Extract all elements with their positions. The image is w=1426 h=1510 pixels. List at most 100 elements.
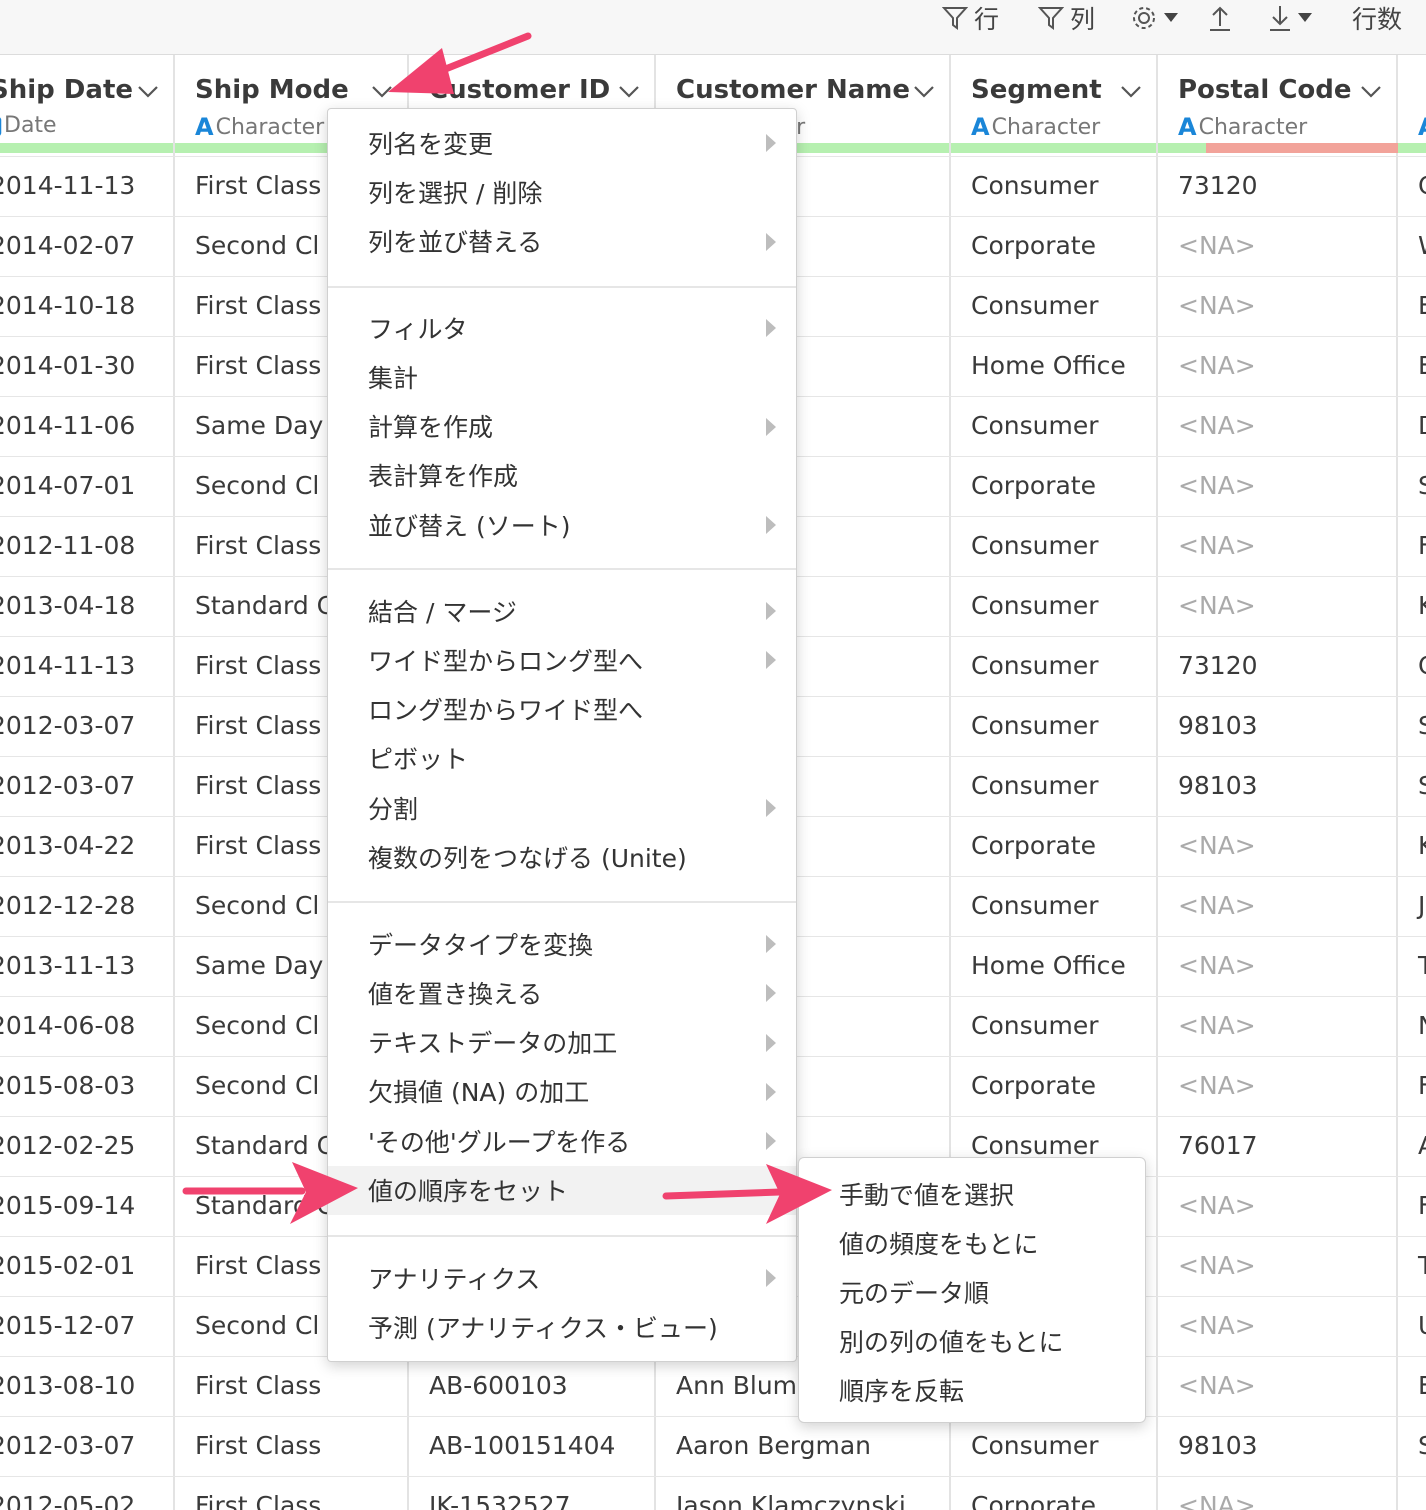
menu-item[interactable]: 欠損値 (NA) の加工 <box>328 1067 796 1116</box>
table-cell-partial[interactable]: T <box>1418 1236 1426 1296</box>
table-cell-partial[interactable]: D <box>1418 396 1426 456</box>
import-down-button[interactable] <box>1268 0 1312 36</box>
filter-rows-button[interactable]: 行 <box>942 0 999 36</box>
table-cell-partial[interactable]: E <box>1418 336 1426 396</box>
table-cell[interactable]: Corporate <box>971 1476 1096 1510</box>
menu-item[interactable]: ピボット <box>328 734 796 783</box>
table-cell[interactable]: 2014-10-18 <box>0 276 135 336</box>
table-cell[interactable]: <NA> <box>1178 456 1256 516</box>
menu-item[interactable]: データタイプを変換 <box>328 919 796 968</box>
table-cell-partial[interactable]: U <box>1418 1296 1426 1356</box>
submenu-item[interactable]: 元のデータ順 <box>799 1267 1145 1316</box>
menu-item[interactable]: テキストデータの加工 <box>328 1018 796 1067</box>
table-cell[interactable]: Consumer <box>971 396 1098 456</box>
table-cell[interactable]: Standard C <box>195 1176 334 1236</box>
table-cell-partial[interactable]: E <box>1418 1356 1426 1416</box>
submenu-item[interactable]: 手動で値を選択 <box>799 1169 1145 1218</box>
column-name[interactable]: Ship Mode <box>195 75 349 105</box>
table-cell[interactable]: 2012-11-08 <box>0 516 135 576</box>
table-cell[interactable]: Consumer <box>971 756 1098 816</box>
table-cell[interactable]: First Class <box>195 1356 321 1416</box>
menu-item[interactable]: フィルタ <box>328 303 796 352</box>
column-name[interactable]: Customer ID <box>429 75 610 105</box>
table-cell[interactable]: Consumer <box>971 576 1098 636</box>
table-cell[interactable]: 2014-11-13 <box>0 636 135 696</box>
table-cell[interactable]: <NA> <box>1178 516 1256 576</box>
table-cell[interactable]: Second Cl <box>195 1056 319 1116</box>
table-cell[interactable]: Consumer <box>971 876 1098 936</box>
table-cell-partial[interactable]: K <box>1418 576 1426 636</box>
column-header[interactable]: A <box>1398 55 1426 143</box>
table-cell-partial[interactable]: A <box>1418 1116 1426 1176</box>
menu-item[interactable]: 分割 <box>328 783 796 832</box>
table-cell[interactable]: 2015-09-14 <box>0 1176 135 1236</box>
table-cell[interactable]: Home Office <box>971 336 1126 396</box>
table-cell[interactable]: 2015-12-07 <box>0 1296 135 1356</box>
column-header[interactable]: Segment A Character <box>951 55 1156 143</box>
table-cell-partial[interactable]: J <box>1418 876 1425 936</box>
table-cell[interactable]: Consumer <box>971 636 1098 696</box>
table-cell[interactable]: <NA> <box>1178 816 1256 876</box>
table-cell[interactable]: 2014-02-07 <box>0 216 135 276</box>
table-cell[interactable]: 2015-02-01 <box>0 1236 135 1296</box>
submenu-item[interactable]: 順序を反転 <box>799 1365 1145 1414</box>
table-cell[interactable]: First Class <box>195 276 321 336</box>
table-cell[interactable]: AB-600103 <box>429 1356 568 1416</box>
table-cell[interactable]: First Class <box>195 1236 321 1296</box>
menu-item[interactable]: 列を並び替える <box>328 217 796 266</box>
table-cell[interactable]: 2012-05-02 <box>0 1476 135 1510</box>
table-cell[interactable]: 2014-01-30 <box>0 336 135 396</box>
table-cell[interactable]: <NA> <box>1178 1236 1256 1296</box>
table-cell[interactable]: 2012-03-07 <box>0 756 135 816</box>
column-name[interactable]: Segment <box>971 75 1102 105</box>
table-cell[interactable]: 2013-04-18 <box>0 576 135 636</box>
table-cell[interactable]: First Class <box>195 1476 321 1510</box>
table-cell[interactable]: 2015-08-03 <box>0 1056 135 1116</box>
table-cell[interactable]: Second Cl <box>195 456 319 516</box>
table-cell-partial[interactable]: F <box>1418 516 1426 576</box>
menu-item[interactable]: ロング型からワイド型へ <box>328 685 796 734</box>
table-cell[interactable]: <NA> <box>1178 396 1256 456</box>
table-cell[interactable]: Consumer <box>971 516 1098 576</box>
table-cell-partial[interactable]: N <box>1418 996 1426 1056</box>
table-cell[interactable]: 2014-06-08 <box>0 996 135 1056</box>
column-header[interactable]: Ship Date Date <box>0 55 173 143</box>
table-cell[interactable]: Home Office <box>971 936 1126 996</box>
export-up-button[interactable] <box>1208 0 1232 36</box>
table-cell[interactable]: Standard C <box>195 576 334 636</box>
table-cell[interactable]: <NA> <box>1178 216 1256 276</box>
table-cell[interactable]: First Class <box>195 1416 321 1476</box>
menu-item[interactable]: アナリティクス <box>328 1253 796 1302</box>
table-cell[interactable]: Jason Klamczynski <box>676 1476 906 1510</box>
table-cell[interactable]: 2012-03-07 <box>0 1416 135 1476</box>
table-cell[interactable]: <NA> <box>1178 276 1256 336</box>
table-cell-partial[interactable]: E <box>1418 276 1426 336</box>
column-header[interactable]: Postal Code A Character <box>1158 55 1396 143</box>
table-cell[interactable]: AB-100151404 <box>429 1416 615 1476</box>
table-cell-partial[interactable]: C <box>1418 156 1426 216</box>
table-cell[interactable]: 2013-04-22 <box>0 816 135 876</box>
menu-item[interactable]: 表計算を作成 <box>328 451 796 500</box>
table-cell[interactable]: 2014-07-01 <box>0 456 135 516</box>
table-cell[interactable]: <NA> <box>1178 1176 1256 1236</box>
menu-item[interactable]: 複数の列をつなげる (Unite) <box>328 833 796 882</box>
table-cell[interactable]: JK-1532527 <box>429 1476 571 1510</box>
chevron-down-icon[interactable] <box>137 85 159 99</box>
table-cell[interactable]: Consumer <box>971 276 1098 336</box>
menu-item[interactable]: 集計 <box>328 352 796 401</box>
table-cell[interactable]: Second Cl <box>195 1296 319 1356</box>
table-cell[interactable]: Corporate <box>971 216 1096 276</box>
table-cell[interactable]: 98103 <box>1178 756 1258 816</box>
table-cell[interactable]: 2012-02-25 <box>0 1116 135 1176</box>
chevron-down-icon[interactable] <box>1120 85 1142 99</box>
table-cell[interactable]: Aaron Bergman <box>676 1416 871 1476</box>
table-cell[interactable]: First Class <box>195 636 321 696</box>
table-cell[interactable]: Corporate <box>971 816 1096 876</box>
table-cell[interactable]: 98103 <box>1178 696 1258 756</box>
menu-item[interactable]: 列名を変更 <box>328 118 796 167</box>
table-cell[interactable]: 2013-11-13 <box>0 936 135 996</box>
chevron-down-icon[interactable] <box>913 85 935 99</box>
filter-columns-button[interactable]: 列 <box>1038 0 1095 36</box>
table-cell[interactable]: Second Cl <box>195 216 319 276</box>
table-cell[interactable]: 76017 <box>1178 1116 1258 1176</box>
